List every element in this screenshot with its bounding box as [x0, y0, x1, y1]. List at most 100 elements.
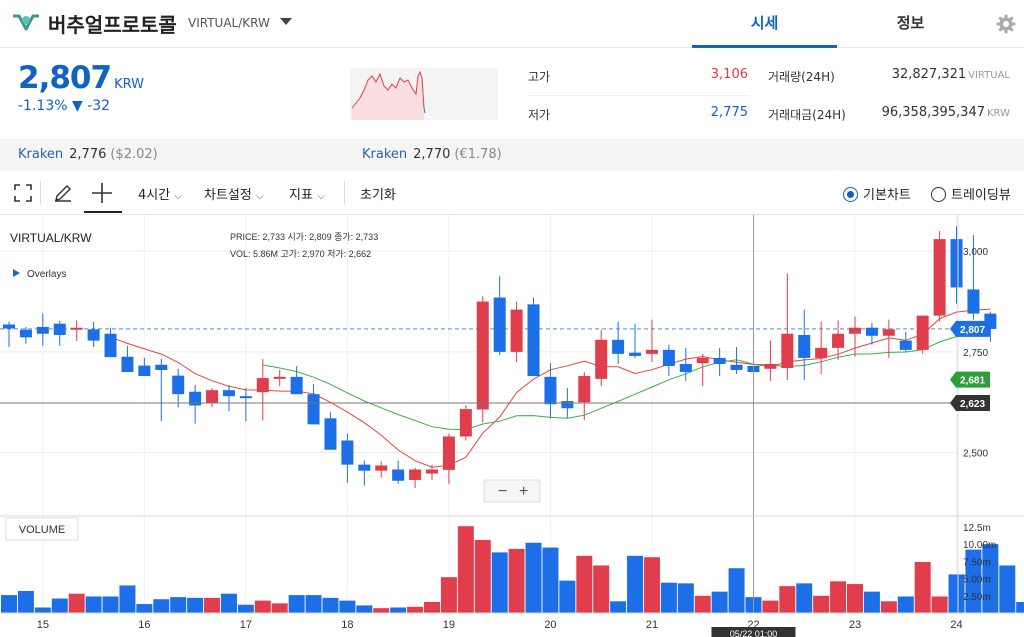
volume-bar — [17, 590, 34, 613]
candle-body — [121, 356, 134, 373]
x-tick-label: 23 — [849, 619, 861, 631]
candle-body — [70, 327, 83, 330]
candle-body — [832, 333, 845, 348]
candle-body — [290, 376, 303, 395]
draw-pencil-icon[interactable] — [53, 183, 73, 203]
volume-bar — [508, 548, 525, 613]
price-chart-area[interactable]: 2,500 2,750 3,000 2.50m 5.00m 7.50m 10.00m 12.5… — [0, 215, 1024, 637]
zoom-controls — [483, 479, 541, 503]
radio-on-icon — [843, 187, 858, 202]
candle-body — [104, 333, 117, 358]
x-tick-label: 24 — [950, 619, 962, 631]
candle-body — [527, 304, 540, 377]
low-value: 2,775 — [710, 105, 748, 120]
volume-label: VOLUME — [19, 524, 65, 536]
candle-body — [222, 390, 235, 397]
candle-body — [36, 326, 49, 334]
header-bar: 버추얼프로토콜 VIRTUAL/KRW 시세 정보 — [0, 0, 1024, 48]
exchange-price-usd[interactable]: Kraken 2,776 ($2.02) — [18, 139, 158, 171]
volume-bar — [813, 595, 830, 613]
volume-bar — [559, 580, 576, 613]
volume-bar — [863, 591, 880, 613]
volume-bar — [457, 526, 474, 613]
candle-body — [375, 465, 388, 471]
candle-body — [239, 396, 252, 399]
candle-body — [307, 394, 320, 425]
candle-body — [341, 440, 354, 465]
volume-bar — [390, 607, 407, 613]
amount-24h-label: 거래대금(24H) — [768, 108, 846, 122]
x-tick-label: 20 — [544, 619, 556, 631]
candle-body — [933, 239, 946, 316]
volume-bar — [424, 601, 440, 613]
ohlc-legend-text: VOL: 5.86M 고가: 2,970 저가: 2,662 — [230, 249, 371, 259]
volume-bar — [153, 599, 170, 613]
volume-bar — [187, 597, 204, 613]
candle-body — [781, 333, 794, 368]
candle-body — [476, 301, 489, 410]
candle-body — [645, 349, 658, 354]
volume-bar — [914, 562, 931, 613]
volume-bar — [373, 608, 390, 613]
volume-24h-value: 32,827,321 VIRTUAL — [891, 67, 1010, 82]
candle-body — [87, 329, 100, 341]
coin-symbol: VIRTUAL/KRW — [188, 16, 270, 30]
volume-bar — [779, 586, 796, 613]
candle-body — [442, 436, 455, 470]
fullscreen-icon[interactable] — [14, 184, 32, 202]
high-label: 고가 — [528, 70, 551, 84]
volume-bar — [254, 600, 271, 613]
volume-bar — [796, 583, 813, 613]
interval-select[interactable]: 4시간 ⌵ — [138, 184, 182, 203]
candle-body — [426, 469, 438, 474]
chart-settings-menu[interactable]: 차트설정 ⌵ — [204, 184, 264, 203]
candle-body — [764, 363, 777, 369]
crosshair-plus-icon[interactable] — [91, 182, 113, 204]
candle-body — [392, 469, 405, 481]
crosshair-time-label: 05/22 01:00 — [730, 629, 778, 637]
active-tool-indicator — [84, 211, 122, 213]
tab-info[interactable]: 정보 — [838, 0, 983, 48]
zoom-in-icon: + — [519, 483, 528, 500]
volume-tick-label: 12.5m — [963, 523, 991, 534]
candle-body — [967, 289, 980, 314]
candle-body — [172, 375, 185, 395]
exchange-price-bar: Kraken 2,776 ($2.02) Kraken 2,770 (€1.78) — [0, 139, 1024, 171]
basic-chart-radio[interactable]: 기본차트 — [843, 184, 911, 203]
candle-body — [815, 347, 828, 358]
indicator-menu[interactable]: 지표 ⌵ — [289, 184, 325, 203]
volume-bar — [593, 565, 610, 613]
candle-body — [713, 357, 726, 364]
tradingview-radio[interactable]: 트레이딩뷰 — [931, 184, 1011, 203]
tab-price[interactable]: 시세 — [692, 0, 837, 48]
y-tick-label: 2,500 — [963, 449, 988, 460]
volume-bar — [694, 595, 711, 613]
high-value: 3,106 — [710, 67, 748, 82]
volume-bar — [660, 582, 677, 613]
candle-body — [206, 390, 219, 404]
low-label: 저가 — [528, 108, 551, 122]
exchange-price-eur[interactable]: Kraken 2,770 (€1.78) — [362, 139, 502, 171]
volume-bar — [440, 577, 457, 613]
volume-tick-label: 10.00m — [963, 540, 996, 551]
candle-body — [950, 239, 963, 288]
volume-bar — [847, 584, 863, 613]
candle-body — [138, 365, 151, 377]
volume-24h-label: 거래량(24H) — [768, 70, 835, 84]
chart-toolbar: 4시간 ⌵ 차트설정 ⌵ 지표 ⌵ 초기화 기본차트 트레이딩뷰 — [0, 171, 1024, 215]
candle-body — [882, 329, 895, 336]
candle-body — [19, 329, 32, 338]
volume-bar — [339, 600, 356, 613]
chevron-down-icon: ⌵ — [317, 191, 325, 202]
reset-button[interactable]: 초기화 — [360, 184, 396, 203]
volume-bar — [305, 595, 322, 613]
x-tick-label: 19 — [443, 619, 455, 631]
gear-icon[interactable] — [996, 14, 1016, 34]
volume-bar — [271, 603, 288, 613]
volume-bar — [576, 555, 593, 613]
candle-body — [493, 297, 506, 352]
candle-body — [510, 309, 523, 352]
market-dropdown-chevron-down-icon[interactable] — [280, 18, 292, 25]
volume-bar — [34, 607, 51, 613]
volume-bar — [85, 596, 102, 613]
